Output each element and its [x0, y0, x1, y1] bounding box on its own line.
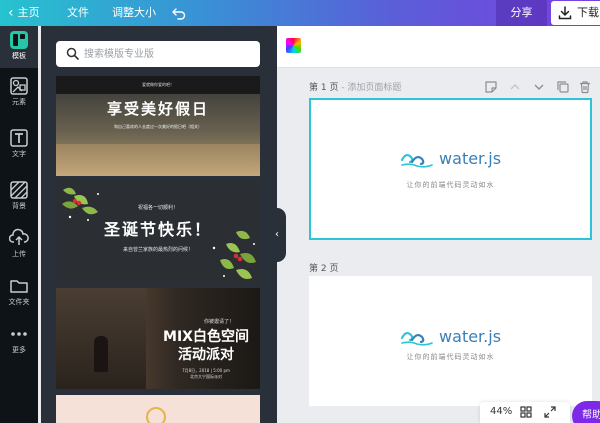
chevron-left-icon: ‹	[275, 229, 279, 240]
share-button[interactable]: 分享	[496, 0, 547, 26]
template-title: 圣诞节快乐！	[103, 220, 212, 239]
rail-label: 文件夹	[8, 298, 30, 306]
rail-item-background[interactable]: 背景	[0, 176, 38, 218]
person-silhouette	[94, 336, 108, 372]
logo: water.js	[311, 148, 590, 168]
background-icon	[10, 181, 28, 199]
side-rail: 模板 元素 文字 背景 上传 文件夹 更多	[0, 26, 38, 423]
chevron-down-icon[interactable]	[532, 80, 546, 94]
template-title: MIX白色空间 活动派对	[156, 328, 256, 364]
template-search	[56, 41, 260, 67]
rail-label: 元素	[12, 98, 26, 106]
template-fine-text: 你被邀请了！	[204, 319, 235, 325]
template-fine-text: 爱就做你爱的吧！	[142, 82, 174, 87]
wave-logo-icon	[400, 153, 433, 168]
rail-item-upload[interactable]: 上传	[0, 224, 38, 266]
more-icon	[11, 332, 27, 336]
page-2-heading: 第 2 页	[309, 261, 338, 274]
template-subtitle: 和自己喜欢的人去度过一次美好的假日吧（相关）	[114, 124, 202, 129]
template-title-line: MIX白色空间	[163, 329, 249, 345]
template-icon	[10, 31, 28, 49]
upload-icon	[9, 228, 29, 245]
rail-item-elements[interactable]: 元素	[0, 72, 38, 114]
grid-view-icon[interactable]	[520, 406, 532, 418]
design-page-2[interactable]: water.js 让你的前端代码灵动如水	[309, 276, 592, 406]
beach-sand	[56, 144, 260, 176]
tagline: 让你的前端代码灵动如水	[406, 353, 495, 361]
template-card-holiday[interactable]: 爱就做你爱的吧！ 享受美好假日 和自己喜欢的人去度过一次美好的假日吧（相关）	[56, 76, 260, 176]
duplicate-icon[interactable]	[556, 80, 570, 94]
top-toolbar: ‹ 主页 文件 调整大小 分享 下载	[0, 0, 600, 26]
rail-label: 上传	[12, 250, 26, 258]
color-picker-icon[interactable]	[286, 38, 301, 53]
page-number: 第 1 页	[309, 83, 339, 93]
rail-item-more[interactable]: 更多	[0, 320, 38, 362]
search-icon	[66, 47, 79, 60]
zoom-level[interactable]: 44%	[490, 406, 512, 417]
rail-label: 文字	[12, 150, 26, 158]
note-icon[interactable]	[484, 80, 498, 94]
text-icon	[10, 129, 28, 147]
template-card-party[interactable]: 你被邀请了！ MIX白色空间 活动派对 7月8日，2018 | 5:00 pm …	[56, 288, 260, 389]
rail-item-folder[interactable]: 文件夹	[0, 272, 38, 314]
rail-item-text[interactable]: 文字	[0, 124, 38, 166]
add-page-title[interactable]: - 添加页面标题	[341, 83, 401, 93]
rail-label: 背景	[12, 202, 26, 210]
folder-icon	[10, 280, 28, 293]
chevron-left-icon: ‹	[8, 5, 14, 21]
template-card-pink[interactable]	[56, 395, 260, 423]
collapse-panel-button[interactable]: ‹	[268, 208, 286, 262]
logo: water.js	[309, 326, 592, 346]
template-details: 7月8日，2018 | 5:00 pm 北京大宁国际派对	[156, 368, 256, 380]
editor-toolbar	[277, 26, 600, 68]
undo-button[interactable]	[172, 0, 186, 26]
logo-text: water.js	[439, 327, 502, 346]
undo-icon	[172, 8, 186, 20]
chevron-up-icon[interactable]	[508, 80, 522, 94]
download-icon	[558, 6, 572, 20]
home-button[interactable]: ‹ 主页	[8, 0, 40, 26]
elements-icon	[10, 77, 28, 95]
download-label: 下载	[577, 6, 599, 19]
template-panel: 爱就做你爱的吧！ 享受美好假日 和自己喜欢的人去度过一次美好的假日吧（相关）	[41, 26, 277, 423]
rail-label: 模板	[12, 52, 26, 60]
page-1-heading: 第 1 页 - 添加页面标题	[309, 80, 401, 93]
template-title: 享受美好假日	[106, 100, 209, 118]
wave-logo-icon	[400, 331, 433, 346]
file-menu[interactable]: 文件	[67, 0, 89, 26]
rail-label: 更多	[12, 346, 26, 354]
home-label: 主页	[17, 6, 40, 19]
design-page-1[interactable]: water.js 让你的前端代码灵动如水	[309, 98, 592, 240]
search-input[interactable]	[84, 45, 254, 63]
template-card-christmas[interactable]: 祝福各一切顺利！ 圣诞节快乐！ 来自曾兰家族的最热烈的问候！	[56, 180, 260, 286]
template-detail-line: 北京大宁国际派对	[190, 374, 222, 379]
help-button[interactable]: 帮助	[572, 401, 600, 423]
trash-icon[interactable]	[578, 80, 592, 94]
download-button[interactable]: 下载	[551, 1, 600, 25]
zoom-bar: 44%	[480, 402, 570, 423]
rail-item-templates[interactable]: 模板	[0, 26, 38, 68]
logo-text: water.js	[439, 149, 502, 168]
template-subtitle: 来自曾兰家族的最热烈的问候！	[122, 247, 193, 253]
template-fine-text: 祝福各一切顺利！	[137, 205, 178, 211]
tagline: 让你的前端代码灵动如水	[406, 181, 495, 189]
template-title-line: 活动派对	[178, 347, 234, 363]
page-number: 第 2 页	[309, 264, 339, 274]
fullscreen-icon[interactable]	[544, 406, 556, 418]
resize-menu[interactable]: 调整大小	[112, 0, 156, 26]
ornament-icon	[146, 407, 166, 423]
